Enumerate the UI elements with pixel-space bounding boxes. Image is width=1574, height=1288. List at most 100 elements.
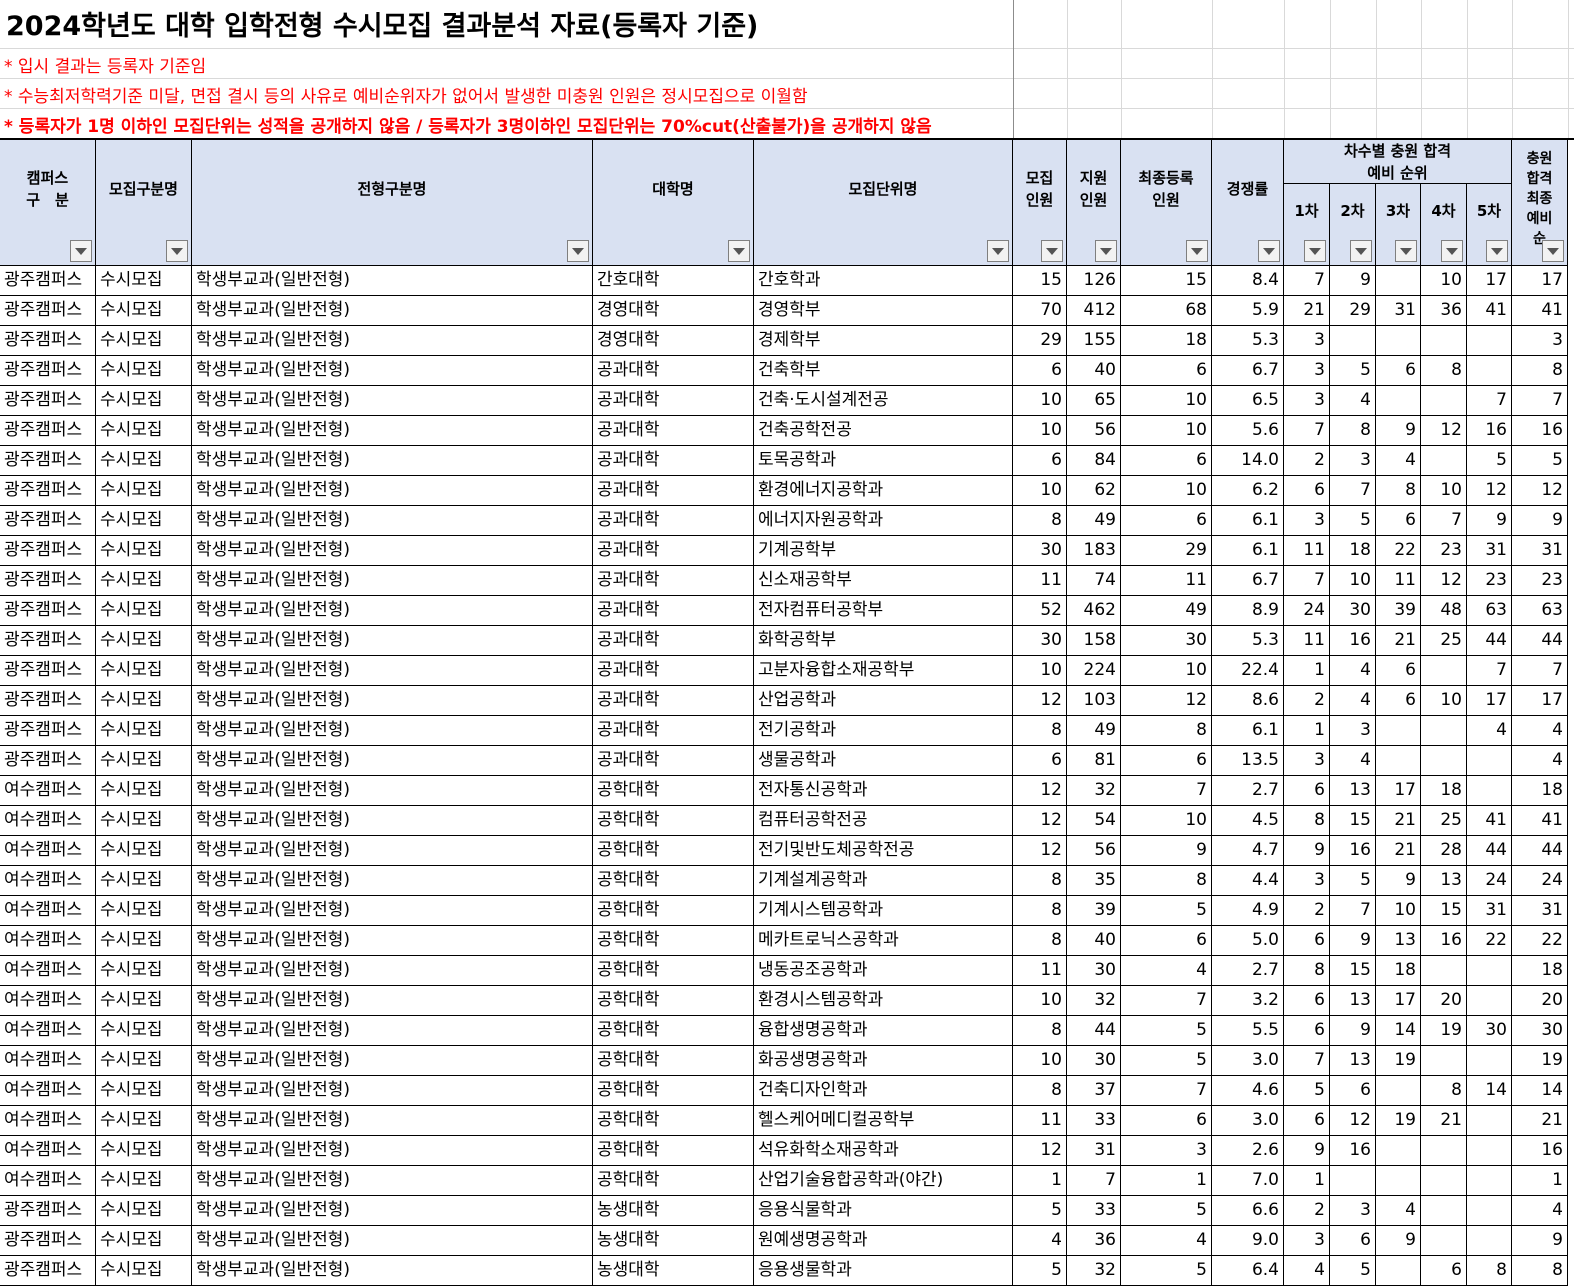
cell-unit[interactable]: 응용생물학과 [754,1256,1013,1286]
cell-campus[interactable]: 여수캠퍼스 [0,926,96,956]
cell-competition[interactable]: 2.7 [1212,776,1284,806]
cell-quota[interactable]: 10 [1013,1046,1067,1076]
cell-college[interactable]: 공과대학 [593,536,754,566]
cell-round4[interactable]: 20 [1421,986,1467,1016]
cell-admission-type[interactable]: 학생부교과(일반전형) [192,626,593,656]
cell-admission-type[interactable]: 학생부교과(일반전형) [192,896,593,926]
cell-campus[interactable]: 여수캠퍼스 [0,1046,96,1076]
cell-round3[interactable]: 19 [1376,1046,1421,1076]
cell-admission-type[interactable]: 학생부교과(일반전형) [192,1076,593,1106]
cell-competition[interactable]: 2.7 [1212,956,1284,986]
cell-round1[interactable]: 1 [1284,716,1330,746]
cell-round5[interactable] [1467,956,1512,986]
cell-applicants[interactable]: 56 [1067,416,1121,446]
cell-quota[interactable]: 4 [1013,1226,1067,1256]
cell-round1[interactable]: 8 [1284,956,1330,986]
cell-admission-type[interactable]: 학생부교과(일반전형) [192,356,593,386]
cell-final[interactable]: 7 [1512,386,1568,416]
cell-registered[interactable]: 5 [1121,1046,1212,1076]
cell-round1[interactable]: 7 [1284,416,1330,446]
cell-round4[interactable] [1421,956,1467,986]
cell-admission-type[interactable]: 학생부교과(일반전형) [192,1046,593,1076]
cell-final[interactable]: 9 [1512,1226,1568,1256]
cell-round4[interactable] [1421,1046,1467,1076]
cell-round2[interactable]: 3 [1330,1196,1376,1226]
cell-campus[interactable]: 광주캠퍼스 [0,746,96,776]
cell-applicants[interactable]: 33 [1067,1196,1121,1226]
cell-campus[interactable]: 광주캠퍼스 [0,386,96,416]
cell-college[interactable]: 경영대학 [593,326,754,356]
cell-quota[interactable]: 8 [1013,506,1067,536]
cell-college[interactable]: 공과대학 [593,506,754,536]
cell-unit[interactable]: 전기공학과 [754,716,1013,746]
cell-admission-type[interactable]: 학생부교과(일반전형) [192,266,593,296]
cell-round3[interactable]: 21 [1376,626,1421,656]
cell-round5[interactable] [1467,776,1512,806]
cell-round1[interactable]: 7 [1284,566,1330,596]
cell-competition[interactable]: 8.9 [1212,596,1284,626]
cell-round2[interactable]: 4 [1330,686,1376,716]
cell-recruit-type[interactable]: 수시모집 [96,596,192,626]
cell-round1[interactable]: 24 [1284,596,1330,626]
cell-recruit-type[interactable]: 수시모집 [96,746,192,776]
cell-round2[interactable] [1330,326,1376,356]
cell-college[interactable]: 공과대학 [593,596,754,626]
cell-round5[interactable]: 22 [1467,926,1512,956]
cell-applicants[interactable]: 62 [1067,476,1121,506]
cell-round2[interactable]: 3 [1330,716,1376,746]
cell-registered[interactable]: 5 [1121,1256,1212,1286]
cell-round4[interactable]: 23 [1421,536,1467,566]
cell-round4[interactable] [1421,1226,1467,1256]
cell-competition[interactable]: 5.9 [1212,296,1284,326]
cell-admission-type[interactable]: 학생부교과(일반전형) [192,1136,593,1166]
cell-recruit-type[interactable]: 수시모집 [96,266,192,296]
cell-round1[interactable]: 5 [1284,1076,1330,1106]
cell-round5[interactable] [1467,1166,1512,1196]
cell-applicants[interactable]: 158 [1067,626,1121,656]
cell-registered[interactable]: 6 [1121,506,1212,536]
cell-unit[interactable]: 환경시스템공학과 [754,986,1013,1016]
cell-round5[interactable] [1467,986,1512,1016]
cell-round3[interactable] [1376,716,1421,746]
cell-round5[interactable]: 12 [1467,476,1512,506]
cell-round1[interactable]: 21 [1284,296,1330,326]
cell-campus[interactable]: 광주캠퍼스 [0,416,96,446]
cell-round1[interactable]: 2 [1284,1196,1330,1226]
cell-round5[interactable] [1467,1196,1512,1226]
cell-round3[interactable] [1376,1136,1421,1166]
cell-admission-type[interactable]: 학생부교과(일반전형) [192,836,593,866]
cell-admission-type[interactable]: 학생부교과(일반전형) [192,956,593,986]
cell-round3[interactable]: 9 [1376,1226,1421,1256]
cell-round3[interactable] [1376,1076,1421,1106]
cell-round2[interactable]: 4 [1330,656,1376,686]
cell-round3[interactable]: 39 [1376,596,1421,626]
cell-recruit-type[interactable]: 수시모집 [96,416,192,446]
cell-competition[interactable]: 5.6 [1212,416,1284,446]
cell-final[interactable]: 41 [1512,296,1568,326]
cell-round2[interactable]: 12 [1330,1106,1376,1136]
cell-round2[interactable]: 18 [1330,536,1376,566]
cell-quota[interactable]: 11 [1013,566,1067,596]
cell-quota[interactable]: 30 [1013,536,1067,566]
cell-admission-type[interactable]: 학생부교과(일반전형) [192,446,593,476]
cell-round3[interactable]: 9 [1376,416,1421,446]
cell-admission-type[interactable]: 학생부교과(일반전형) [192,1166,593,1196]
cell-recruit-type[interactable]: 수시모집 [96,506,192,536]
cell-final[interactable]: 5 [1512,446,1568,476]
cell-applicants[interactable]: 103 [1067,686,1121,716]
cell-competition[interactable]: 6.4 [1212,1256,1284,1286]
cell-round3[interactable]: 21 [1376,836,1421,866]
cell-competition[interactable]: 13.5 [1212,746,1284,776]
cell-recruit-type[interactable]: 수시모집 [96,866,192,896]
cell-final[interactable]: 16 [1512,416,1568,446]
filter-final-button[interactable] [1542,240,1564,262]
cell-recruit-type[interactable]: 수시모집 [96,926,192,956]
cell-applicants[interactable]: 32 [1067,986,1121,1016]
cell-quota[interactable]: 8 [1013,926,1067,956]
cell-registered[interactable]: 29 [1121,536,1212,566]
cell-final[interactable]: 30 [1512,1016,1568,1046]
cell-registered[interactable]: 18 [1121,326,1212,356]
cell-round4[interactable]: 12 [1421,416,1467,446]
cell-campus[interactable]: 광주캠퍼스 [0,266,96,296]
cell-competition[interactable]: 6.7 [1212,356,1284,386]
